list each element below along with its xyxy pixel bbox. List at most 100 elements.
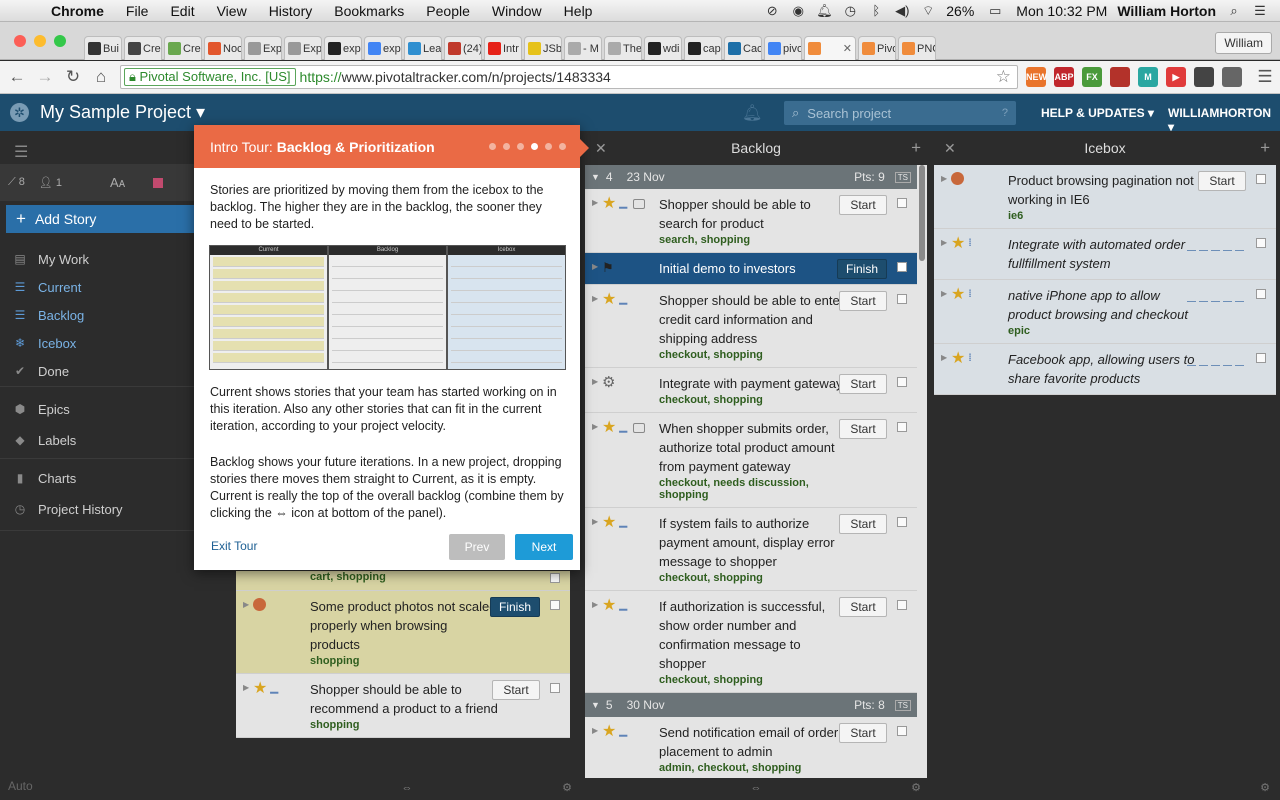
battery-icon[interactable]: ▭ (984, 3, 1006, 18)
story-row[interactable]: ▶ ★ ▁ If authorization is successful, show … (585, 591, 917, 693)
font-size-toggle[interactable]: Aᴀ (110, 175, 125, 190)
ubuntu-icon[interactable]: ◉ (790, 3, 806, 18)
time-machine-icon[interactable]: ◷ (842, 3, 858, 18)
omnibox[interactable]: 🔒︎ Pivotal Software, Inc. [US] https:// … (120, 65, 1018, 89)
menu-help[interactable]: Help (553, 3, 604, 19)
label-text[interactable]: cart (310, 571, 330, 583)
browser-tab[interactable]: Lea (404, 36, 442, 60)
browser-tab[interactable]: PNG (898, 36, 936, 60)
estimate-picker[interactable] (1187, 241, 1244, 251)
tour-dot-active[interactable] (531, 143, 538, 150)
select-checkbox[interactable] (897, 422, 907, 432)
select-checkbox[interactable] (550, 573, 560, 583)
browser-tab[interactable]: wdi (644, 36, 682, 60)
volume-icon[interactable]: ◀) (894, 3, 910, 18)
start-button[interactable]: Start (492, 680, 540, 700)
window-minimize-button[interactable] (34, 35, 46, 47)
tab-close-icon[interactable]: ✕ (843, 42, 852, 55)
story-row[interactable]: ▶ ★ ▁ Shopper should be able to enter credi… (585, 285, 917, 368)
ev-certificate-badge[interactable]: 🔒︎ Pivotal Software, Inc. [US] (124, 68, 296, 86)
extension-icon[interactable]: M (1138, 67, 1158, 87)
sidebar-toggle-icon[interactable]: ☰ (14, 142, 28, 162)
estimate-picker[interactable] (1187, 292, 1244, 302)
story-row[interactable]: ▶ ★ ▁ Shopper should be able to recommend a… (236, 674, 570, 738)
browser-tab[interactable]: (24) (444, 36, 482, 60)
select-checkbox[interactable] (1256, 174, 1266, 184)
browser-tab[interactable]: ✕ (804, 36, 856, 60)
expand-arrow-icon[interactable]: ▶ (243, 683, 249, 692)
finish-button[interactable]: Finish (837, 259, 887, 279)
select-checkbox[interactable] (897, 262, 907, 272)
backlog-close-icon[interactable]: ✕ (595, 131, 607, 165)
project-name[interactable]: My Sample Project ▾ (40, 102, 205, 123)
tour-next-button[interactable]: Next (515, 534, 573, 560)
notification-bell-icon[interactable]: 🔔︎ (816, 3, 833, 18)
story-row[interactable]: ▶ ⚑ Initial demo to investors Finish (585, 253, 917, 285)
extension-icon[interactable] (1194, 67, 1214, 87)
story-row[interactable]: ▶ Product browsing pagination not working… (934, 165, 1276, 229)
tour-dot[interactable] (559, 143, 566, 150)
sidebar-item-my-work[interactable]: ▤ My Work (12, 249, 89, 269)
expand-arrow-icon[interactable]: ▶ (941, 289, 947, 298)
menu-view[interactable]: View (206, 3, 258, 19)
extension-icon[interactable] (1110, 67, 1130, 87)
select-checkbox[interactable] (1256, 238, 1266, 248)
tour-prev-button[interactable]: Prev (449, 534, 505, 560)
backlog-add-icon[interactable]: + (911, 131, 921, 165)
sidebar-item-backlog[interactable]: ☰ Backlog (12, 305, 85, 325)
browser-tab[interactable]: pivo (764, 36, 802, 60)
expand-arrow-icon[interactable]: ▶ (941, 174, 947, 183)
start-button[interactable]: Start (839, 291, 887, 311)
estimate-picker[interactable] (1187, 356, 1244, 366)
story-row[interactable]: ▶ ★ ⁞ Integrate with automated order fullfi… (934, 229, 1276, 280)
story-row[interactable]: ▶ ★ ⁞ native iPhone app to allow product br… (934, 280, 1276, 344)
team-strength-badge[interactable]: TS (894, 171, 911, 183)
start-button[interactable]: Start (839, 514, 887, 534)
icebox-settings-gear-icon[interactable]: ⚙ (1260, 778, 1270, 798)
collapse-arrow-icon[interactable]: ▼ (591, 172, 600, 182)
select-checkbox[interactable] (897, 377, 907, 387)
backlog-scrollbar[interactable] (919, 165, 925, 261)
home-icon[interactable]: ⌂ (90, 66, 112, 88)
sidebar-item-current[interactable]: ☰ Current (12, 277, 82, 297)
expand-arrow-icon[interactable]: ▶ (592, 422, 598, 431)
browser-tab[interactable]: The (604, 36, 642, 60)
sidebar-item-labels[interactable]: ◆ Labels (12, 430, 76, 450)
story-row[interactable]: ▶ ★ ⁞ Facebook app, allowing users to share… (934, 344, 1276, 395)
sidebar-item-project-history[interactable]: ◷ Project History (12, 499, 123, 519)
select-checkbox[interactable] (1256, 353, 1266, 363)
select-checkbox[interactable] (897, 198, 907, 208)
expand-arrow-icon[interactable]: ▶ (592, 377, 598, 386)
select-checkbox[interactable] (897, 517, 907, 527)
extension-icon[interactable]: ABP (1054, 67, 1074, 87)
forward-icon[interactable]: → (34, 66, 56, 88)
team-strength-badge[interactable]: TS (894, 699, 911, 711)
finish-button[interactable]: Finish (490, 597, 540, 617)
start-button[interactable]: Start (1198, 171, 1246, 191)
extension-icon[interactable]: FX (1082, 67, 1102, 87)
icebox-close-icon[interactable]: ✕ (944, 131, 956, 165)
menu-bookmarks[interactable]: Bookmarks (323, 3, 415, 19)
sidebar-footer-auto[interactable]: Auto (8, 779, 33, 793)
tour-dot[interactable] (517, 143, 524, 150)
browser-tab[interactable]: exp (324, 36, 362, 60)
reload-icon[interactable]: ↻ (62, 66, 84, 88)
menu-history[interactable]: History (258, 3, 324, 19)
select-checkbox[interactable] (550, 683, 560, 693)
expand-arrow-icon[interactable]: ▶ (592, 726, 598, 735)
browser-tab[interactable]: - M (564, 36, 602, 60)
expand-arrow-icon[interactable]: ▶ (592, 600, 598, 609)
browser-tab[interactable]: JSb (524, 36, 562, 60)
expand-arrow-icon[interactable]: ▶ (941, 238, 947, 247)
current-settings-gear-icon[interactable]: ⚙ (562, 778, 572, 798)
profile-button[interactable]: William (1215, 32, 1272, 54)
browser-tab[interactable]: Cre (124, 36, 162, 60)
tour-dot[interactable] (503, 143, 510, 150)
select-checkbox[interactable] (897, 600, 907, 610)
start-button[interactable]: Start (839, 597, 887, 617)
menu-edit[interactable]: Edit (159, 3, 205, 19)
sidebar-item-icebox[interactable]: ❄ Icebox (12, 333, 76, 353)
menu-file[interactable]: File (115, 3, 160, 19)
backlog-combine-icon[interactable]: ⇔ (751, 782, 762, 794)
browser-tab[interactable]: Cre (164, 36, 202, 60)
